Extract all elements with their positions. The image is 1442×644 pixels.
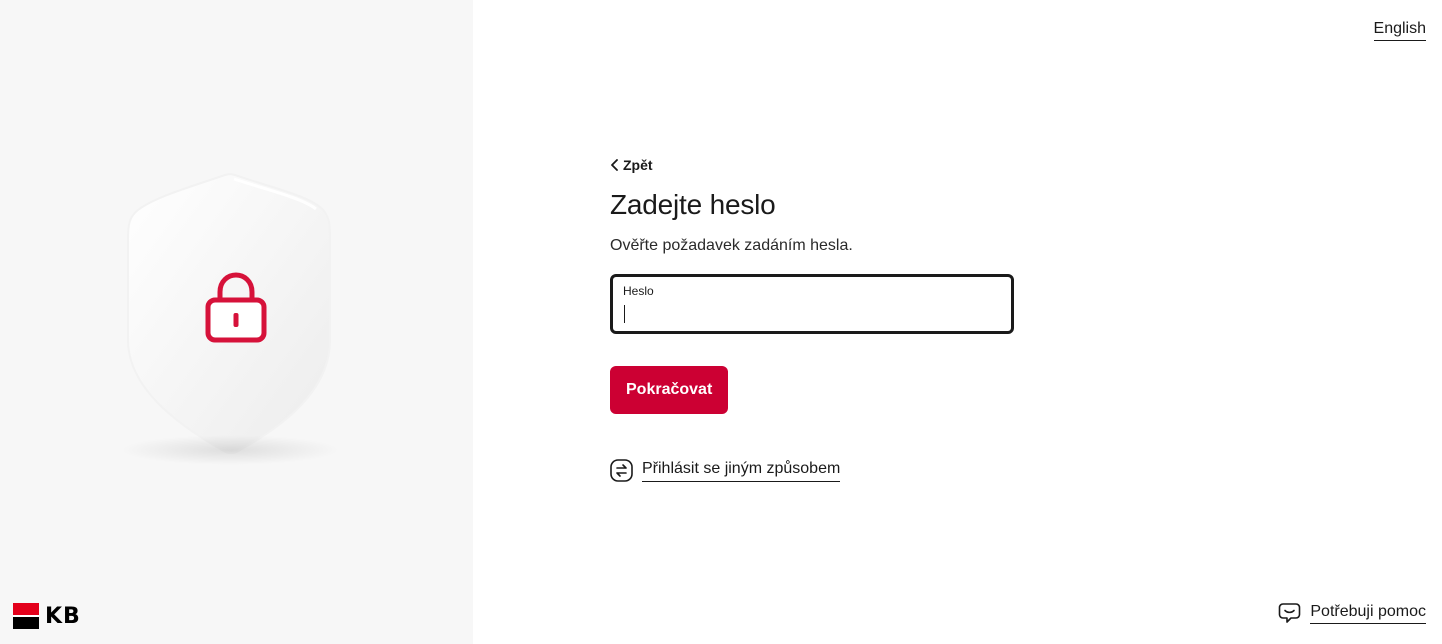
shield-shadow [120,435,340,465]
kb-logo-mark [13,603,39,629]
lock-icon [205,272,267,343]
chat-bubble-icon [1279,603,1301,623]
password-input[interactable] [623,303,999,325]
language-switch-link[interactable]: English [1373,20,1426,41]
alt-login-label: Přihlásit se jiným způsobem [642,460,841,482]
page-subtitle: Ověřte požadavek zadáním hesla. [610,237,853,254]
shield-lock-illustration [110,165,350,475]
kb-logo: KB [13,603,81,629]
chevron-left-icon [611,159,618,171]
illustration-panel: KB [0,0,473,644]
alt-login-link[interactable]: Přihlásit se jiným způsobem [610,459,1014,482]
page-title: Zadejte heslo [610,189,776,220]
password-form: Zpět Zadejte heslo Ověřte požadavek zadá… [610,155,1014,482]
help-link[interactable]: Potřebuji pomoc [1278,602,1426,624]
help-label: Potřebuji pomoc [1310,603,1426,624]
continue-button[interactable]: Pokračovat [610,366,729,414]
kb-logo-text: KB [45,603,81,629]
back-link[interactable]: Zpět [610,155,1014,175]
text-caret [624,305,625,323]
back-label: Zpět [623,157,653,173]
switch-arrows-icon [610,459,633,482]
password-field[interactable]: Heslo [610,274,1014,334]
password-label: Heslo [623,284,654,298]
